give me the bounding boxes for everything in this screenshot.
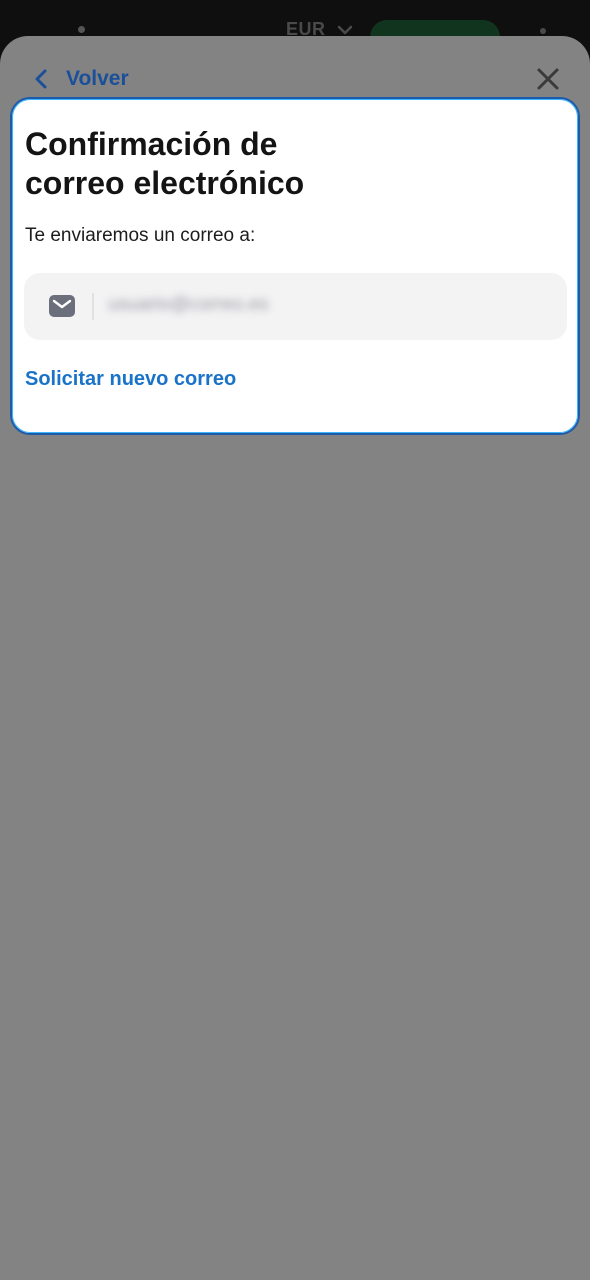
email-field: usuario@correo.es xyxy=(24,273,567,340)
field-divider xyxy=(92,293,94,320)
page-title: Confirmación de correo electrónico xyxy=(25,125,445,203)
back-label: Volver xyxy=(66,67,129,90)
mail-icon xyxy=(49,295,75,317)
email-value: usuario@correo.es xyxy=(108,294,269,315)
back-button[interactable]: Volver xyxy=(32,64,129,94)
status-dot xyxy=(78,26,85,33)
title-line-1: Confirmación de xyxy=(25,126,278,162)
more-icon xyxy=(540,28,546,34)
description-text: Te enviaremos un correo a: xyxy=(25,225,256,246)
request-new-email-link[interactable]: Solicitar nuevo correo xyxy=(25,368,236,391)
email-confirmation-card: Confirmación de correo electrónico Te en… xyxy=(10,97,580,435)
title-line-2: correo electrónico xyxy=(25,165,305,201)
close-icon[interactable] xyxy=(536,67,560,91)
chevron-left-icon xyxy=(35,69,47,89)
